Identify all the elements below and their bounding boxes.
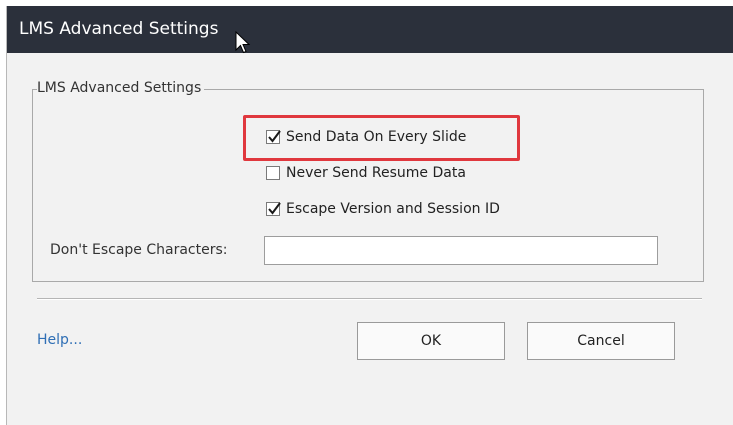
cancel-button[interactable]: Cancel [527, 322, 675, 360]
escape-version-session-option[interactable]: Escape Version and Session ID [266, 198, 500, 220]
dont-escape-characters-input[interactable] [264, 236, 658, 265]
footer-separator [37, 298, 702, 300]
never-send-resume-data-option[interactable]: Never Send Resume Data [266, 162, 466, 184]
groupbox-legend: LMS Advanced Settings [37, 79, 205, 98]
highlight-annotation-box [243, 115, 520, 161]
never-send-resume-data-checkbox[interactable] [266, 166, 280, 180]
mouse-pointer-icon [235, 31, 251, 54]
escape-version-session-checkbox[interactable] [266, 202, 281, 216]
title-bar[interactable]: LMS Advanced Settings [7, 6, 733, 54]
never-send-resume-data-label: Never Send Resume Data [286, 165, 466, 181]
dont-escape-characters-label: Don't Escape Characters: [50, 242, 228, 258]
ok-button[interactable]: OK [357, 322, 505, 360]
checkmark-icon [268, 202, 281, 215]
help-link[interactable]: Help... [37, 330, 82, 350]
escape-version-session-label: Escape Version and Session ID [286, 201, 500, 217]
dialog-window: LMS Advanced Settings LMS Advanced Setti… [6, 6, 733, 425]
window-title: LMS Advanced Settings [19, 19, 219, 39]
